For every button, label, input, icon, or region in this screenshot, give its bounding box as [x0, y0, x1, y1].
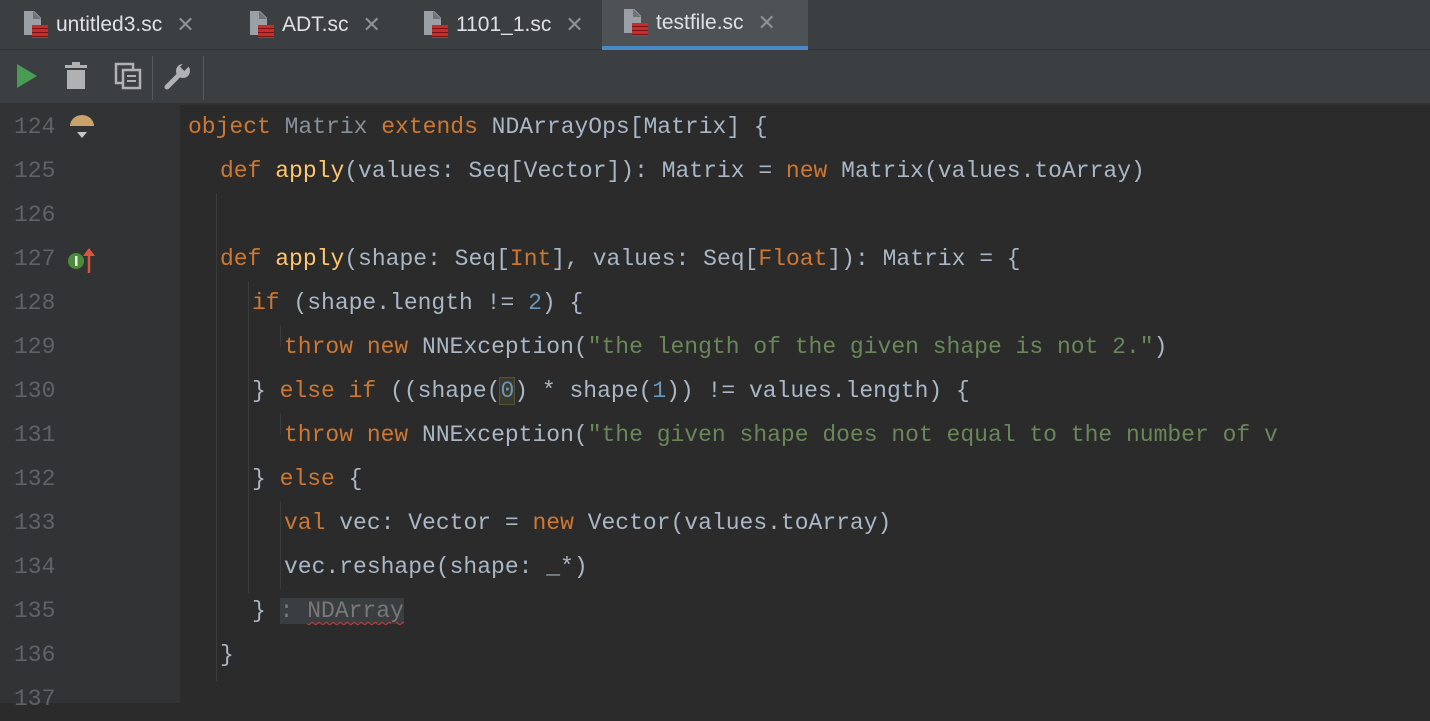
- code-line-125: def apply(values: Seq[Vector]): Matrix =…: [220, 158, 1145, 184]
- editor-tab-bar: untitled3.sc ✕ ADT.sc ✕ 1101_1.sc ✕ test…: [0, 0, 1430, 50]
- indent-guide: [248, 281, 249, 593]
- run-icon: [17, 64, 37, 88]
- code-line-127: def apply(shape: Seq[Int], values: Seq[F…: [220, 246, 1021, 272]
- tab-label: untitled3.sc: [56, 13, 163, 36]
- tab-label: ADT.sc: [282, 13, 349, 36]
- line-number: 134: [14, 554, 56, 580]
- scala-file-icon: [248, 10, 274, 40]
- tab-untitled3[interactable]: untitled3.sc ✕: [0, 0, 228, 50]
- implemented-by-icon[interactable]: [68, 114, 96, 142]
- code-line-128: if (shape.length != 2) {: [252, 290, 584, 316]
- toolbar-separator: [203, 56, 204, 100]
- line-number: 126: [14, 202, 56, 228]
- indent-guide: [280, 413, 281, 435]
- line-number: 127: [14, 246, 56, 272]
- wrench-icon: [164, 61, 190, 90]
- toolbar-separator: [152, 56, 153, 100]
- tab-label: 1101_1.sc: [456, 13, 552, 36]
- code-line-134: vec.reshape(shape: _*): [284, 554, 588, 580]
- trash-icon: [65, 62, 87, 89]
- indent-guide: [216, 193, 217, 681]
- type-hint[interactable]: : NDArray: [279, 598, 404, 624]
- tab-1101-1[interactable]: 1101_1.sc ✕: [402, 0, 602, 50]
- line-number: 131: [14, 422, 56, 448]
- code-line-129: throw new NNException("the length of the…: [284, 334, 1168, 360]
- line-number: 130: [14, 378, 56, 404]
- close-icon[interactable]: ✕: [363, 14, 381, 36]
- overrides-icon[interactable]: [66, 246, 96, 276]
- code-line-124: object Matrix extends NDArrayOps[Matrix]…: [188, 114, 768, 140]
- close-icon[interactable]: ✕: [758, 12, 776, 34]
- settings-button[interactable]: [160, 58, 196, 94]
- line-number: 135: [14, 598, 56, 624]
- code-line-130: } else if ((shape(0) * shape(1)) != valu…: [252, 377, 970, 405]
- scala-file-icon: [22, 10, 48, 40]
- scala-file-icon: [622, 8, 648, 38]
- line-number: 132: [14, 466, 56, 492]
- indent-guide: [280, 501, 281, 589]
- code-line-132: } else {: [252, 466, 363, 492]
- line-number: 129: [14, 334, 56, 360]
- code-line-133: val vec: Vector = new Vector(values.toAr…: [284, 510, 892, 536]
- close-icon[interactable]: ✕: [176, 14, 194, 36]
- scala-file-icon: [422, 10, 448, 40]
- run-button[interactable]: [8, 58, 44, 94]
- code-line-135: } : NDArray: [252, 598, 404, 624]
- clear-button[interactable]: [58, 58, 94, 94]
- tab-adt[interactable]: ADT.sc ✕: [228, 0, 402, 50]
- tab-testfile[interactable]: testfile.sc ✕: [602, 0, 808, 50]
- worksheet-toolbar: [0, 50, 1430, 105]
- editor-gutter: 124 125 126 127 128 129 130 131 132 133 …: [0, 105, 180, 712]
- line-number: 128: [14, 290, 56, 316]
- code-line-136: }: [220, 642, 234, 668]
- line-number: 124: [14, 114, 56, 140]
- line-number: 133: [14, 510, 56, 536]
- tab-label: testfile.sc: [656, 11, 744, 34]
- line-number: 136: [14, 642, 56, 668]
- code-editor[interactable]: object Matrix extends NDArrayOps[Matrix]…: [180, 105, 1430, 703]
- code-line-131: throw new NNException("the given shape d…: [284, 422, 1278, 448]
- line-number: 125: [14, 158, 56, 184]
- copy-button[interactable]: [110, 58, 146, 94]
- copy-icon: [114, 62, 142, 90]
- line-number: 137: [14, 686, 56, 712]
- indent-guide: [280, 325, 281, 347]
- close-icon[interactable]: ✕: [565, 14, 583, 36]
